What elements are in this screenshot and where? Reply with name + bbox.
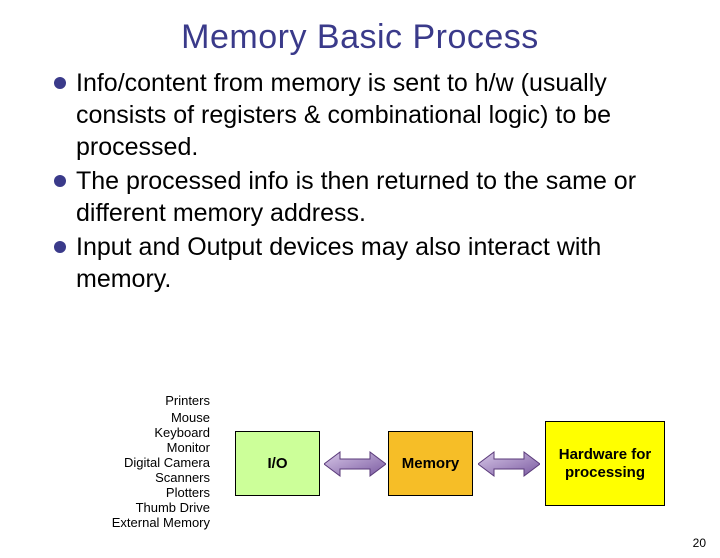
io-device: Plotters [0,486,210,501]
bullet-list: Info/content from memory is sent to h/w … [0,67,720,295]
io-box-label: I/O [267,455,287,473]
diagram: Printers Mouse Keyboard Monitor Digital … [0,396,720,546]
memory-box-label: Memory [402,455,460,473]
io-device: Thumb Drive [0,501,210,516]
memory-box: Memory [388,431,473,496]
io-device: Keyboard [0,426,210,441]
io-device: Monitor [0,441,210,456]
io-device-list: Printers Mouse Keyboard Monitor Digital … [0,396,210,530]
double-arrow-icon [478,450,540,478]
io-device: External Memory [0,516,210,531]
double-arrow-icon [324,450,386,478]
page-number: 20 [693,536,706,550]
list-item: Info/content from memory is sent to h/w … [54,67,672,163]
hardware-box-label: Hardware for processing [546,446,664,482]
list-item: Input and Output devices may also intera… [54,231,672,295]
io-box: I/O [235,431,320,496]
bullet-icon [54,77,66,89]
list-item: The processed info is then returned to t… [54,165,672,229]
bullet-text: Input and Output devices may also intera… [76,231,672,295]
io-device: Printers [0,394,210,409]
bullet-icon [54,175,66,187]
hardware-box: Hardware for processing [545,421,665,506]
bullet-icon [54,241,66,253]
io-device: Scanners [0,471,210,486]
bullet-text: Info/content from memory is sent to h/w … [76,67,672,163]
io-device: Mouse [0,411,210,426]
io-device: Digital Camera [0,456,210,471]
bullet-text: The processed info is then returned to t… [76,165,672,229]
page-title: Memory Basic Process [0,18,720,57]
